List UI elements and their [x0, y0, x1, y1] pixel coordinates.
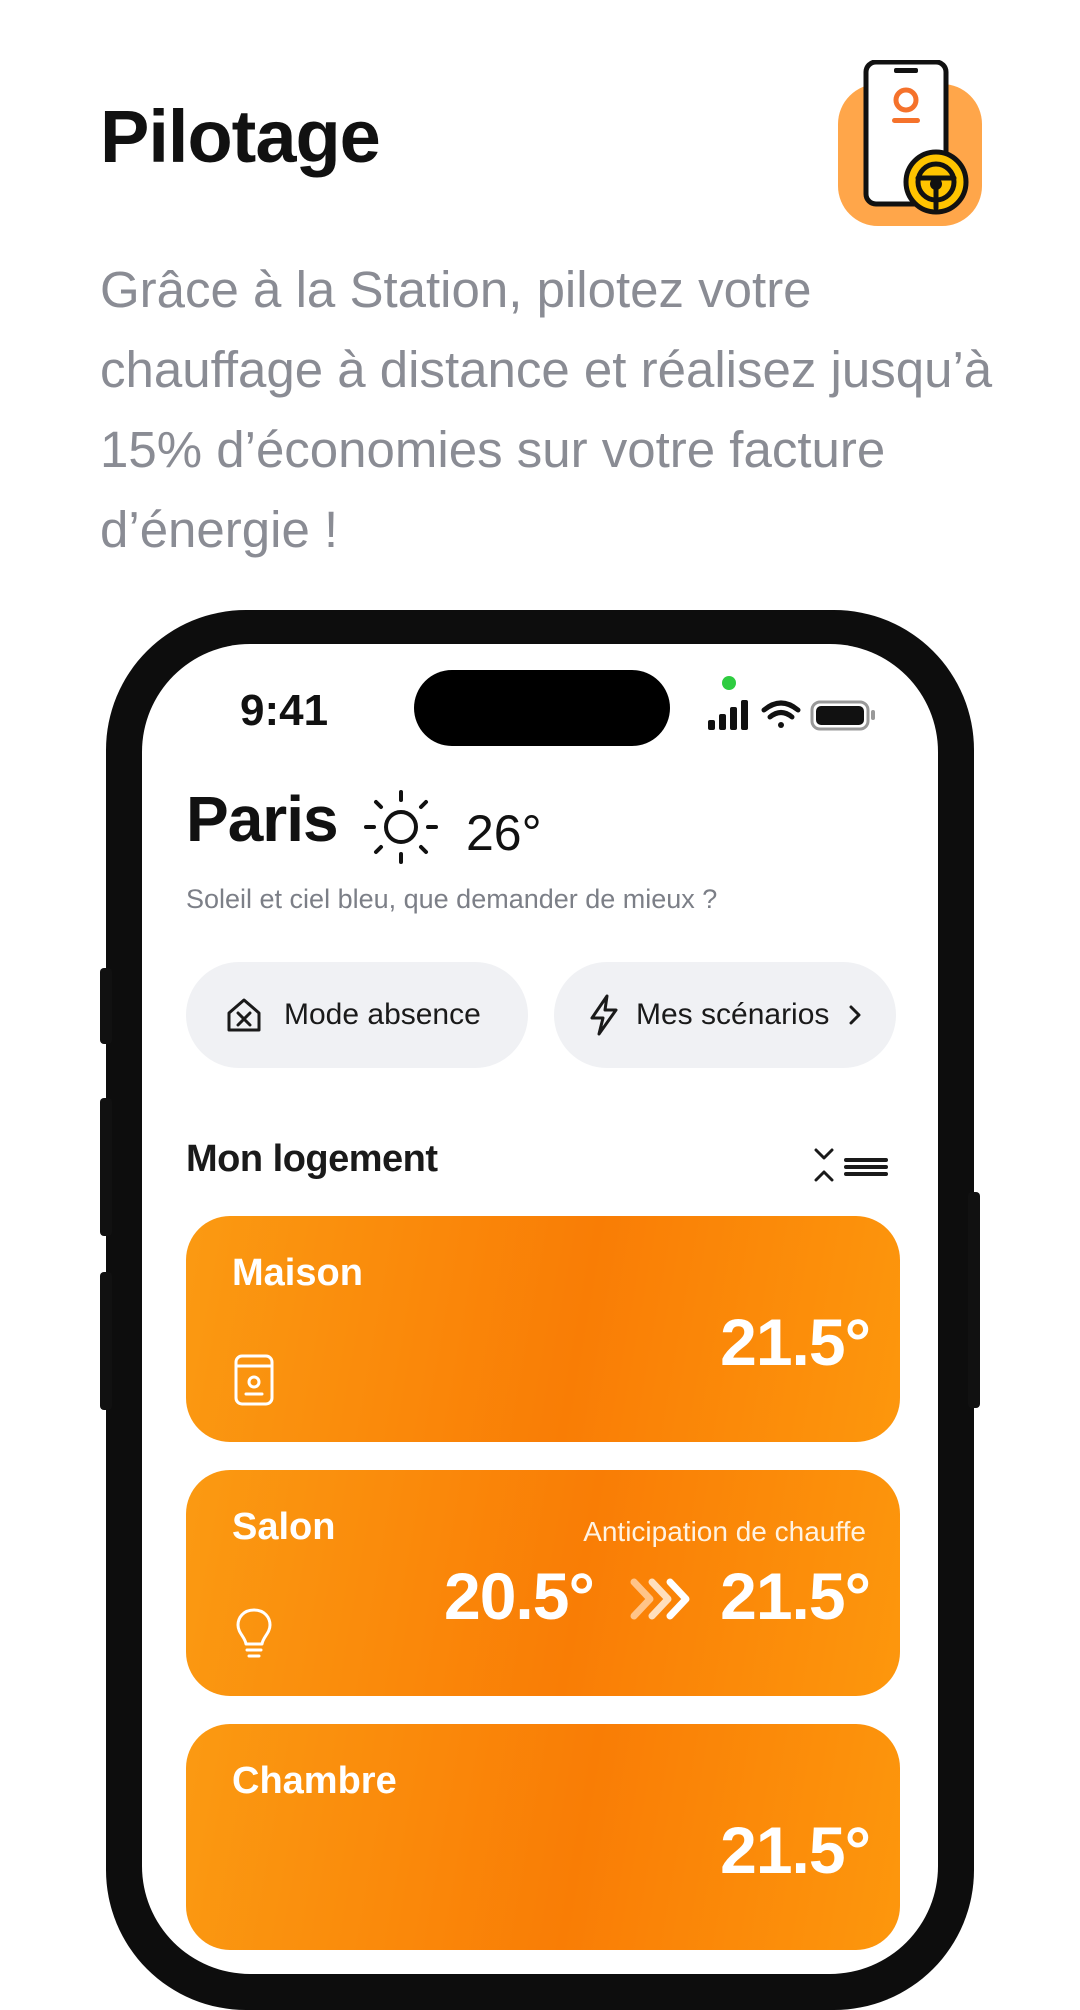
scenarios-button[interactable]: Mes scénarios	[554, 962, 896, 1068]
app-phone-steering-wheel-icon	[838, 60, 982, 226]
section-title: Mon logement	[186, 1138, 438, 1180]
room-temperature-current: 20.5°	[444, 1559, 595, 1633]
room-name: Chambre	[232, 1760, 397, 1802]
sun-icon	[364, 790, 438, 864]
room-status: Anticipation de chauffe	[583, 1516, 866, 1547]
collapse-list-icon[interactable]	[814, 1146, 894, 1186]
house-absence-icon	[227, 998, 261, 1032]
room-name: Maison	[232, 1252, 363, 1294]
phone-volume-up-button	[100, 1098, 112, 1236]
intro-description: Grâce à la Station, pilotez votre chauff…	[100, 261, 993, 558]
camera-indicator	[722, 676, 736, 690]
room-card-salon[interactable]: Salon Anticipation de chauffe 20.5° 21.5…	[186, 1470, 900, 1696]
weather-temperature: 26°	[466, 805, 542, 861]
room-temperature-target: 21.5°	[720, 1559, 871, 1633]
room-name: Salon	[232, 1506, 336, 1548]
chevron-right-icon	[849, 1005, 861, 1025]
room-card-chambre[interactable]: Chambre 21.5°	[186, 1724, 900, 1950]
scenarios-label: Mes scénarios	[636, 998, 830, 1031]
room-temperature: 21.5°	[720, 1813, 871, 1887]
double-chevron-right-icon	[630, 1578, 690, 1620]
room-temperature: 21.5°	[720, 1305, 871, 1379]
thermostat-device-icon	[234, 1354, 274, 1406]
absence-mode-button[interactable]: Mode absence	[186, 962, 528, 1068]
phone-power-button	[968, 1192, 980, 1408]
signal-icon	[708, 700, 748, 730]
lightbulb-icon	[236, 1608, 272, 1658]
wifi-icon	[761, 700, 801, 728]
phone-volume-down-button	[100, 1272, 112, 1410]
battery-icon	[810, 700, 875, 731]
weather-description: Soleil et ciel bleu, que demander de mie…	[186, 884, 718, 914]
lightning-icon	[590, 994, 618, 1036]
dynamic-island	[414, 670, 670, 746]
status-time: 9:41	[240, 686, 329, 735]
room-card-maison[interactable]: Maison 21.5°	[186, 1216, 900, 1442]
phone-screen: 9:41 Paris 26° Soleil et ciel bleu, que …	[142, 644, 938, 1974]
weather-city: Paris	[186, 783, 339, 855]
phone-side-button	[100, 968, 112, 1044]
status-icons	[708, 700, 875, 731]
absence-mode-label: Mode absence	[284, 998, 481, 1031]
page-title: Pilotage	[100, 95, 381, 178]
